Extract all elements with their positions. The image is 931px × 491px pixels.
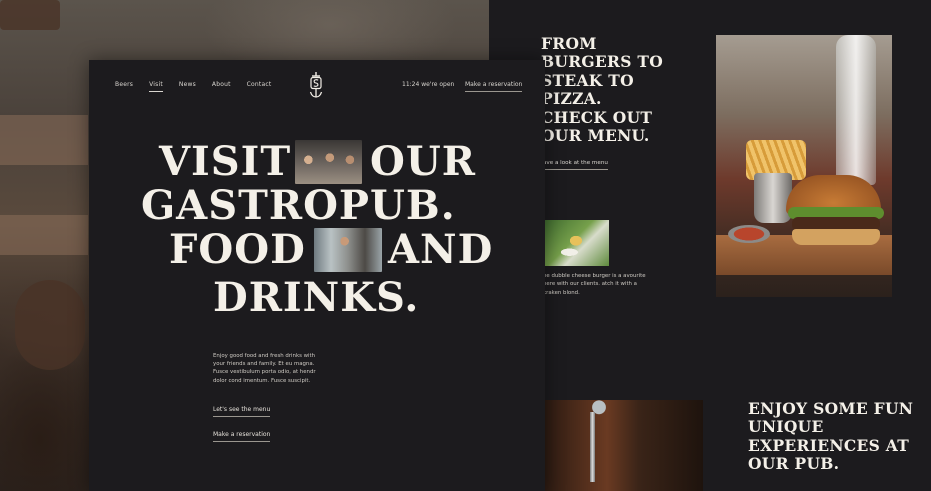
- reservation-link-top[interactable]: Make a reservation: [465, 81, 523, 92]
- intro-paragraph: Enjoy good food and fresh drinks with yo…: [213, 353, 316, 384]
- background-table: [0, 115, 88, 165]
- nav-item-visit[interactable]: Visit: [149, 81, 163, 92]
- nav-item-news[interactable]: News: [179, 81, 196, 92]
- experiences-headline: ENJOY SOME FUN UNIQUE EXPERIENCES AT OUR…: [748, 399, 914, 474]
- anchor-logo-icon[interactable]: [308, 72, 324, 98]
- burger-description: he dubble cheese burger is a avourite he…: [543, 273, 646, 296]
- hero-word-and: AND: [388, 226, 494, 273]
- background-stool: [15, 280, 85, 370]
- background-stool: [0, 0, 60, 30]
- nav-item-about[interactable]: About: [212, 81, 231, 92]
- hero-word-our: OUR: [370, 138, 476, 185]
- reservation-link[interactable]: Make a reservation: [213, 431, 271, 442]
- beer-tap-photo: [543, 400, 703, 491]
- burger-thumbnail-image: [543, 220, 609, 266]
- main-page: Beers Visit News About Contact 11:24 we'…: [89, 60, 545, 491]
- hero-image-friends: [295, 140, 362, 184]
- look-at-menu-link[interactable]: ave a look at the menu: [543, 160, 608, 170]
- nav-item-contact[interactable]: Contact: [247, 81, 272, 92]
- hero-word-food: FOOD: [169, 226, 306, 273]
- hero-image-bartender: [314, 228, 382, 272]
- hero-word-drinks: DRINKS.: [213, 274, 420, 321]
- see-menu-link[interactable]: Let's see the menu: [213, 406, 271, 417]
- nav-item-beers[interactable]: Beers: [115, 81, 133, 92]
- hero-word-gastropub: GASTROPUB.: [141, 182, 456, 229]
- menu-page: FROM BURGERS TO STEAK TO PIZZA. CHECK OU…: [489, 0, 931, 491]
- burger-photo: [716, 35, 892, 297]
- opening-status: 11:24 we're open: [402, 81, 455, 88]
- menu-headline: FROM BURGERS TO STEAK TO PIZZA. CHECK OU…: [541, 34, 664, 146]
- main-nav: Beers Visit News About Contact: [115, 81, 271, 92]
- hero-word-visit: VISIT: [159, 138, 292, 185]
- background-table: [0, 215, 88, 255]
